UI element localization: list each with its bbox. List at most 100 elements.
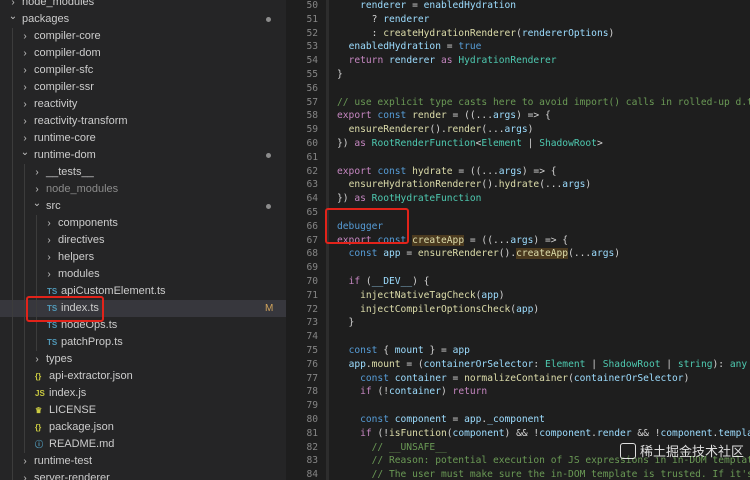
code-token: any bbox=[729, 358, 748, 370]
code-token: return bbox=[348, 55, 384, 67]
tree-folder-runtime-dom[interactable]: ⌄ runtime-dom bbox=[0, 147, 286, 164]
indent-guide bbox=[36, 266, 37, 283]
chevron-down-icon[interactable]: ⌄ bbox=[32, 195, 42, 212]
tree-folder-node-modules[interactable]: › node_modules bbox=[0, 181, 286, 198]
line-number: 62 bbox=[306, 165, 318, 177]
code-line[interactable]: export const render = ((...args) => { bbox=[337, 109, 551, 123]
tree-folder-compiler-dom[interactable]: › compiler-dom bbox=[0, 45, 286, 62]
tree-file-readme-md[interactable]: ⓘ README.md bbox=[0, 436, 286, 453]
json-file-icon: {} bbox=[35, 423, 42, 432]
code-token: ? bbox=[337, 13, 384, 25]
code-line[interactable]: ? renderer bbox=[337, 13, 430, 27]
tree-folder-directives[interactable]: › directives bbox=[0, 232, 286, 249]
code-line[interactable]: }) as RootRenderFunction<Element | Shado… bbox=[337, 137, 603, 151]
tree-folder-tests[interactable]: › __tests__ bbox=[0, 164, 286, 181]
tree-folder-components[interactable]: › components bbox=[0, 215, 286, 232]
code-token: (! bbox=[371, 386, 389, 398]
chevron-right-icon[interactable]: › bbox=[20, 96, 30, 113]
tree-folder-compiler-core[interactable]: › compiler-core bbox=[0, 28, 286, 45]
indent-guide bbox=[36, 249, 37, 266]
indent-guide bbox=[24, 249, 25, 266]
code-line[interactable]: injectNativeTagCheck(app) bbox=[337, 289, 504, 303]
chevron-right-icon[interactable]: › bbox=[20, 28, 30, 45]
chevron-right-icon[interactable]: › bbox=[20, 45, 30, 62]
tree-folder-reactivity[interactable]: › reactivity bbox=[0, 96, 286, 113]
code-line[interactable]: export const hydrate = ((...args) => { bbox=[337, 165, 557, 179]
code-line[interactable]: } bbox=[337, 316, 355, 330]
tree-folder-server-renderer[interactable]: › server-renderer bbox=[0, 470, 286, 480]
tree-folder-runtime-core[interactable]: › runtime-core bbox=[0, 130, 286, 147]
chevron-right-icon[interactable]: › bbox=[20, 453, 30, 470]
tree-folder-runtime-test[interactable]: › runtime-test bbox=[0, 453, 286, 470]
code-token: container bbox=[389, 386, 441, 398]
tree-folder-reactivity-transform[interactable]: › reactivity-transform bbox=[0, 113, 286, 130]
code-token: | bbox=[660, 358, 678, 370]
chevron-right-icon[interactable]: › bbox=[20, 62, 30, 79]
code-token: } bbox=[337, 317, 355, 329]
code-line[interactable]: enabledHydration = true bbox=[337, 40, 482, 54]
tree-folder-modules[interactable]: › modules bbox=[0, 266, 286, 283]
line-number: 78 bbox=[306, 386, 318, 398]
tree-file-package-json[interactable]: {} package.json bbox=[0, 419, 286, 436]
tree-file-patchprop-ts[interactable]: TS patchProp.ts bbox=[0, 334, 286, 351]
code-token: ensureRenderer bbox=[417, 248, 499, 260]
code-line[interactable]: const app = ensureRenderer().createApp(.… bbox=[337, 247, 620, 261]
tree-file-license[interactable]: ♛ LICENSE bbox=[0, 402, 286, 419]
line-number: 79 bbox=[306, 400, 318, 412]
code-token: renderer bbox=[389, 55, 436, 67]
tree-folder-types[interactable]: › types bbox=[0, 351, 286, 368]
chevron-right-icon[interactable]: › bbox=[44, 232, 54, 249]
tree-folder-compiler-sfc[interactable]: › compiler-sfc bbox=[0, 62, 286, 79]
modified-dot-icon bbox=[266, 204, 271, 209]
tree-item-label: compiler-core bbox=[34, 30, 101, 42]
indent-guide bbox=[12, 368, 13, 385]
code-line[interactable]: if (!isFunction(component) && !component… bbox=[337, 427, 750, 441]
code-line[interactable]: // The user must make sure the in-DOM te… bbox=[337, 468, 750, 480]
indent-guide bbox=[24, 164, 25, 181]
code-line[interactable]: const { mount } = app bbox=[337, 344, 470, 358]
tree-folder-helpers[interactable]: › helpers bbox=[0, 249, 286, 266]
tree-file-api-extractor-json[interactable]: {} api-extractor.json bbox=[0, 368, 286, 385]
code-line[interactable]: if (__DEV__) { bbox=[337, 275, 430, 289]
tree-item-label: directives bbox=[58, 234, 105, 246]
tree-folder-src[interactable]: ⌄ src bbox=[0, 198, 286, 215]
tree-folder-packages[interactable]: ⌄ packages bbox=[0, 11, 286, 28]
code-line[interactable]: }) as RootHydrateFunction bbox=[337, 192, 481, 206]
code-line[interactable]: // __UNSAFE__ bbox=[337, 441, 447, 455]
chevron-right-icon[interactable]: › bbox=[20, 113, 30, 130]
chevron-down-icon[interactable]: ⌄ bbox=[20, 144, 30, 161]
chevron-right-icon[interactable]: › bbox=[44, 215, 54, 232]
chevron-right-icon[interactable]: › bbox=[44, 249, 54, 266]
code-line[interactable]: ensureRenderer().render(...args) bbox=[337, 123, 534, 137]
code-token: args bbox=[591, 248, 615, 260]
code-line[interactable]: } bbox=[337, 68, 343, 82]
code-line[interactable]: const component = app._component bbox=[337, 413, 545, 427]
chevron-right-icon[interactable]: › bbox=[20, 470, 30, 480]
code-line[interactable]: // use explicit type casts here to avoid… bbox=[337, 96, 750, 110]
code-line[interactable]: injectCompilerOptionsCheck(app) bbox=[337, 303, 539, 317]
chevron-right-icon[interactable]: › bbox=[20, 79, 30, 96]
code-token: __DEV__ bbox=[371, 276, 413, 287]
code-token: // __UNSAFE__ bbox=[337, 441, 447, 453]
tree-item-label: runtime-test bbox=[34, 455, 93, 467]
chevron-down-icon[interactable]: ⌄ bbox=[8, 8, 18, 25]
chevron-right-icon[interactable]: › bbox=[32, 164, 42, 181]
code-line[interactable]: ensureHydrationRenderer().hydrate(...arg… bbox=[337, 178, 592, 192]
tree-folder-node-modules[interactable]: › node_modules bbox=[0, 0, 286, 11]
code-line[interactable]: return renderer as HydrationRenderer bbox=[337, 54, 557, 68]
code-line[interactable]: const container = normalizeContainer(con… bbox=[337, 372, 689, 386]
code-token: (... bbox=[481, 124, 505, 136]
chevron-right-icon[interactable]: › bbox=[44, 266, 54, 283]
code-line[interactable]: : createHydrationRenderer(rendererOption… bbox=[337, 27, 615, 41]
chevron-right-icon[interactable]: › bbox=[32, 351, 42, 368]
indent-guide bbox=[12, 453, 13, 470]
tree-file-index-js[interactable]: JS index.js bbox=[0, 385, 286, 402]
code-line[interactable]: if (!container) return bbox=[337, 385, 487, 399]
code-line[interactable]: renderer = enabledHydration bbox=[337, 0, 516, 13]
code-line[interactable]: app.mount = (containerOrSelector: Elemen… bbox=[337, 358, 750, 372]
code-token: isFunction bbox=[389, 427, 447, 439]
tree-folder-compiler-ssr[interactable]: › compiler-ssr bbox=[0, 79, 286, 96]
